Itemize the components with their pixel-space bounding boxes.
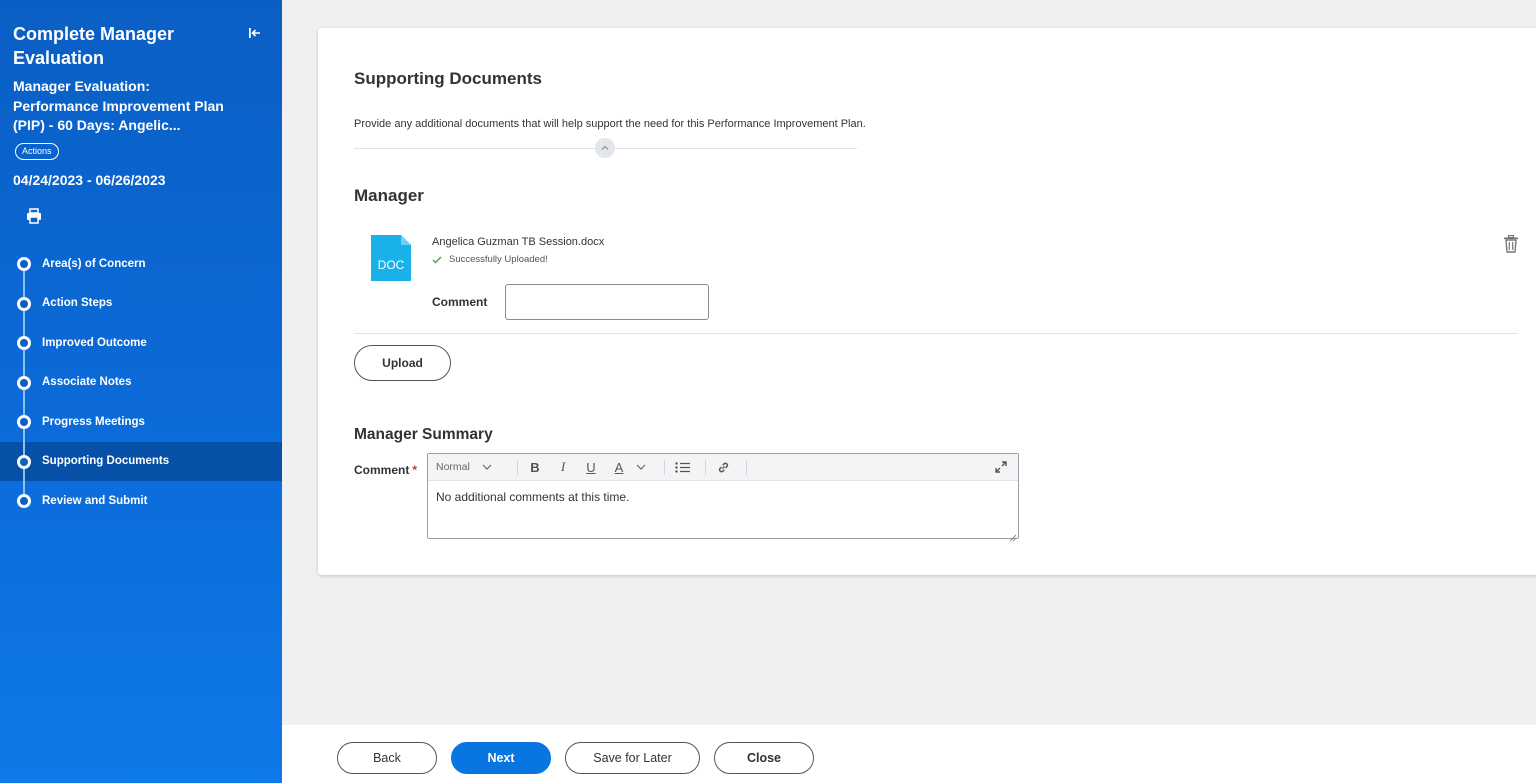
trash-icon[interactable]	[1503, 234, 1519, 253]
toolbar-separator	[517, 459, 518, 475]
main-card: Supporting Documents Provide any additio…	[318, 28, 1536, 575]
step-review-and-submit[interactable]: Review and Submit	[0, 481, 282, 521]
task-title: Complete Manager Evaluation	[13, 24, 175, 68]
step-connector	[23, 468, 25, 495]
step-label: Supporting Documents	[42, 455, 170, 468]
date-range: 04/24/2023 - 06/26/2023	[13, 172, 166, 188]
bold-button[interactable]: B	[524, 457, 546, 477]
step-indicator	[17, 375, 31, 390]
attachment-comment-label: Comment	[432, 295, 488, 309]
step-indicator	[17, 296, 31, 311]
next-button[interactable]: Next	[451, 742, 551, 774]
step-label: Improved Outcome	[42, 336, 147, 349]
svg-text:DOC: DOC	[378, 258, 405, 272]
step-indicator	[17, 336, 31, 350]
print-icon[interactable]	[25, 207, 43, 225]
step-connector	[23, 429, 25, 455]
step-label: Action Steps	[42, 297, 113, 310]
section-title: Supporting Documents	[354, 69, 542, 88]
attachment-comment-input[interactable]	[505, 284, 709, 320]
step-indicator	[17, 257, 31, 271]
sidebar: Complete Manager Evaluation Manager Eval…	[0, 0, 282, 783]
step-area-of-concern[interactable]: Area(s) of Concern	[0, 244, 282, 297]
task-subtitle: Manager Evaluation: Performance Improvem…	[13, 78, 224, 133]
step-connector	[23, 271, 25, 297]
back-button[interactable]: Back	[337, 742, 437, 774]
step-connector	[23, 310, 25, 337]
step-indicator	[17, 454, 31, 469]
upload-status-text: Successfully Uploaded!	[449, 254, 548, 265]
step-list: Area(s) of Concern Action Steps Improved…	[0, 244, 282, 521]
actions-button[interactable]: Actions	[15, 143, 59, 160]
check-icon	[432, 256, 442, 263]
upload-button[interactable]: Upload	[354, 345, 451, 381]
step-indicator	[17, 494, 31, 508]
step-indicator	[17, 415, 31, 429]
save-for-later-button[interactable]: Save for Later	[565, 742, 700, 774]
step-action-steps[interactable]: Action Steps	[0, 284, 282, 337]
format-dropdown[interactable]: Normal	[436, 461, 511, 473]
resize-handle-icon[interactable]	[1009, 529, 1017, 542]
format-value: Normal	[436, 461, 470, 473]
close-button[interactable]: Close	[714, 742, 814, 774]
upload-status: Successfully Uploaded!	[432, 254, 548, 265]
collapse-section-icon[interactable]	[595, 138, 615, 158]
editor-content[interactable]: No additional comments at this time.	[428, 481, 1018, 513]
step-progress-meetings[interactable]: Progress Meetings	[0, 402, 282, 455]
link-icon[interactable]	[712, 457, 734, 477]
summary-comment-label: Comment *	[354, 463, 417, 477]
italic-button[interactable]: I	[552, 457, 574, 477]
manager-heading: Manager	[354, 186, 424, 205]
chevron-down-icon	[482, 461, 492, 473]
step-supporting-documents[interactable]: Supporting Documents	[0, 441, 282, 495]
chevron-down-icon[interactable]	[630, 457, 652, 477]
step-connector	[23, 389, 25, 416]
step-label: Review and Submit	[42, 494, 148, 507]
step-label: Associate Notes	[42, 376, 132, 389]
required-marker: *	[412, 463, 418, 477]
collapse-sidebar-icon[interactable]	[244, 22, 266, 44]
toolbar-separator	[746, 459, 747, 475]
underline-button[interactable]: U	[580, 457, 602, 477]
step-label: Area(s) of Concern	[42, 257, 146, 270]
toolbar-separator	[705, 459, 706, 475]
footer-bar: Back Next Save for Later Close	[282, 725, 1536, 783]
font-color-button[interactable]: A	[608, 457, 630, 477]
doc-file-icon: DOC	[371, 235, 411, 281]
step-associate-notes[interactable]: Associate Notes	[0, 363, 282, 416]
editor-toolbar: Normal B I U A	[428, 454, 1018, 481]
manager-summary-heading: Manager Summary	[354, 426, 493, 443]
step-connector	[23, 350, 25, 376]
step-label: Progress Meetings	[42, 415, 145, 428]
step-improved-outcome[interactable]: Improved Outcome	[0, 323, 282, 376]
bulleted-list-icon[interactable]	[671, 457, 693, 477]
summary-comment-label-text: Comment	[354, 463, 410, 477]
divider	[354, 333, 1518, 334]
expand-icon[interactable]	[990, 457, 1012, 477]
section-description: Provide any additional documents that wi…	[354, 118, 866, 130]
toolbar-separator	[664, 459, 665, 475]
attachment-file-name[interactable]: Angelica Guzman TB Session.docx	[432, 236, 604, 248]
rich-text-editor[interactable]: Normal B I U A No additional comments at…	[427, 453, 1019, 542]
